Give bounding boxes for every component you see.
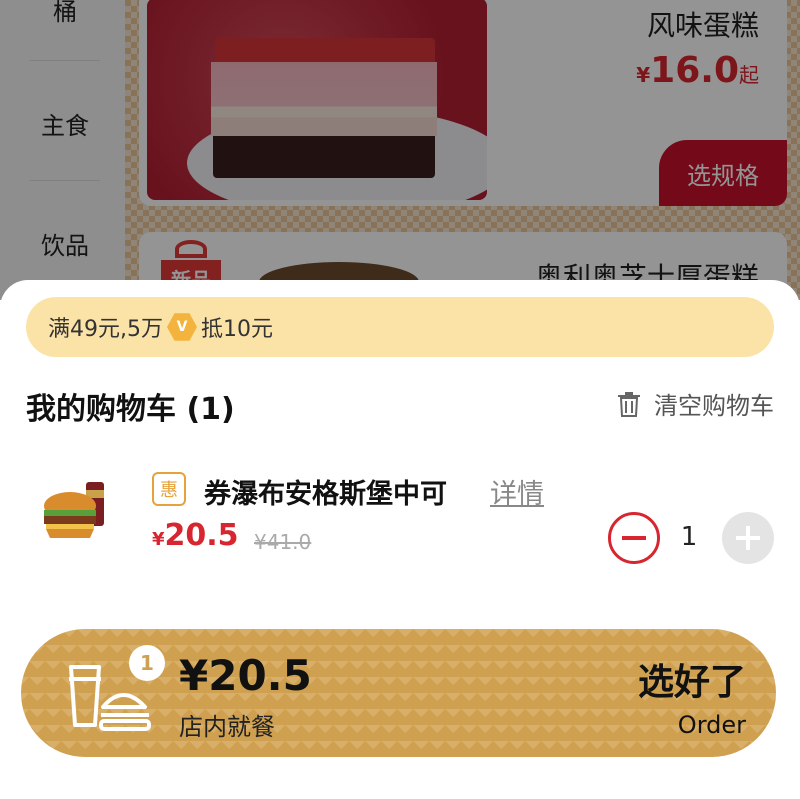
trash-icon [618, 391, 640, 417]
cart-title: 我的购物车 (1) [26, 392, 235, 427]
promo-banner: 满49元,5万 V 抵10元 [26, 297, 774, 357]
item-price: ¥20.5 [152, 518, 239, 553]
increase-quantity-button[interactable] [722, 512, 774, 564]
original-price: ¥41.0 [254, 530, 312, 554]
price-value: 20.5 [164, 518, 239, 553]
order-label-cn: 选好了 [637, 662, 746, 703]
decrease-quantity-button[interactable] [608, 512, 660, 564]
cart-item: 惠 券瀑布安格斯堡中可 详情 ¥20.5 ¥41.0 [0, 460, 800, 580]
checkout-bar[interactable]: 1 ¥20.5 店内就餐 选好了 Order [21, 629, 776, 757]
clear-cart-button[interactable]: 清空购物车 [614, 386, 774, 421]
order-button[interactable]: 选好了 Order [638, 653, 746, 739]
order-label-en: Order [677, 711, 746, 739]
currency-symbol: ¥ [152, 529, 165, 550]
menu-page-background: 桶 主食 饮品 风味蛋糕 ¥16.0起 选规格 新品 奥利奥芝士厚 [0, 0, 800, 352]
promo-text: 抵10元 [201, 317, 273, 342]
promo-text: 满49元,5万 [48, 317, 163, 342]
dine-mode-label: 店内就餐 [179, 713, 275, 741]
cart-count-badge: 1 [129, 645, 165, 681]
discount-tag: 惠 [152, 472, 186, 506]
clear-cart-label: 清空购物车 [654, 392, 774, 420]
cart-sheet: 满49元,5万 V 抵10元 我的购物车 (1) 清空购物车 惠 券瀑布安格斯堡… [0, 280, 800, 799]
coin-icon: V [167, 313, 197, 341]
item-detail-link[interactable]: 详情 [490, 472, 544, 511]
modal-backdrop[interactable] [0, 0, 800, 300]
quantity-value: 1 [680, 522, 698, 552]
burger-meal-image [44, 482, 104, 538]
cart-total: ¥20.5 [179, 651, 312, 700]
item-name: 券瀑布安格斯堡中可 [204, 479, 447, 510]
